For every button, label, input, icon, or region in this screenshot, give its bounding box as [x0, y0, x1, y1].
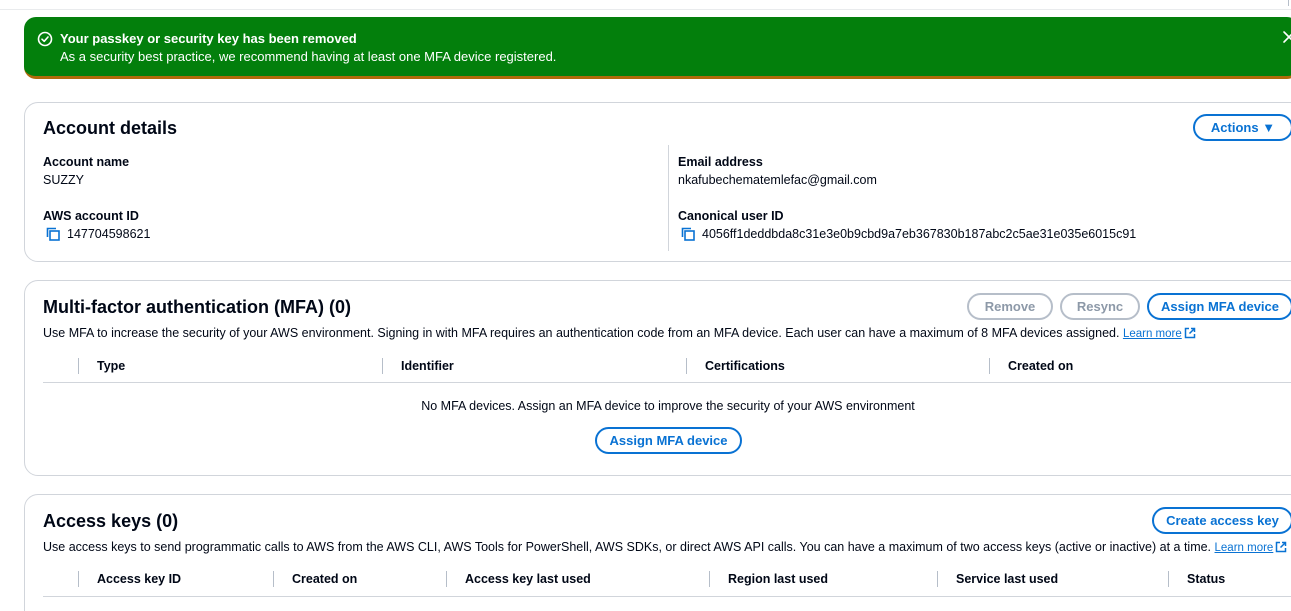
- close-icon[interactable]: [1282, 30, 1291, 44]
- create-access-key-button[interactable]: Create access key: [1152, 507, 1291, 534]
- canonical-user-id-label: Canonical user ID: [678, 209, 784, 223]
- mfa-col-certifications[interactable]: Certifications: [705, 359, 785, 373]
- canonical-user-id-value: 4056ff1deddbda8c31e3e0b9cbd9a7eb367830b1…: [702, 227, 1137, 241]
- keys-col-status[interactable]: Status: [1187, 572, 1225, 586]
- mfa-learn-more-link[interactable]: Learn more: [1122, 327, 1196, 340]
- mfa-empty-message: No MFA devices. Assign an MFA device to …: [421, 399, 915, 413]
- scroll-edge: [1288, 0, 1289, 6]
- mfa-description: Use MFA to increase the security of your…: [43, 326, 1196, 340]
- table-header-divider: [43, 596, 1291, 597]
- column-separator: [78, 358, 79, 374]
- column-separator: [709, 571, 710, 587]
- column-separator: [446, 571, 447, 587]
- table-header-divider: [43, 382, 1291, 383]
- resync-button[interactable]: Resync: [1060, 293, 1140, 320]
- account-name-label: Account name: [43, 155, 130, 169]
- mfa-learn-more-label: Learn more: [1122, 328, 1182, 340]
- account-name-value: SUZZY: [43, 173, 84, 187]
- copy-icon[interactable]: [681, 227, 695, 241]
- external-link-icon: [1184, 327, 1195, 339]
- external-link-icon: [1276, 541, 1287, 553]
- empty-assign-mfa-device-button[interactable]: Assign MFA device: [595, 427, 742, 454]
- keys-col-region-last-used[interactable]: Region last used: [728, 572, 828, 586]
- keys-col-service-last-used[interactable]: Service last used: [956, 572, 1058, 586]
- mfa-col-identifier[interactable]: Identifier: [401, 359, 454, 373]
- aws-account-id-value: 147704598621: [67, 227, 151, 241]
- keys-col-created-on[interactable]: Created on: [292, 572, 357, 586]
- assign-mfa-device-button[interactable]: Assign MFA device: [1147, 293, 1291, 320]
- access-keys-description-text: Use access keys to send programmatic cal…: [43, 540, 1212, 554]
- mfa-col-created-on[interactable]: Created on: [1008, 359, 1073, 373]
- email-value: nkafubechematemlefac@gmail.com: [678, 173, 877, 187]
- mfa-description-text: Use MFA to increase the security of your…: [43, 326, 1120, 340]
- column-separator: [382, 358, 383, 374]
- access-keys-title: Access keys (0): [43, 511, 179, 531]
- access-keys-container: Access keys (0) Create access key Use ac…: [24, 494, 1291, 611]
- mfa-title: Multi-factor authentication (MFA) (0): [43, 297, 351, 317]
- column-separator: [989, 358, 990, 374]
- email-label: Email address: [678, 155, 763, 169]
- account-details-title: Account details: [43, 118, 178, 138]
- aws-account-id-label: AWS account ID: [43, 209, 139, 223]
- mfa-col-type[interactable]: Type: [97, 359, 125, 373]
- keys-col-last-used[interactable]: Access key last used: [465, 572, 591, 586]
- top-divider: [0, 9, 1291, 10]
- copy-icon[interactable]: [46, 227, 60, 241]
- column-separator: [937, 571, 938, 587]
- column-separator: [1168, 571, 1169, 587]
- column-separator: [78, 571, 79, 587]
- access-keys-learn-more-label: Learn more: [1214, 542, 1274, 554]
- actions-dropdown-button[interactable]: Actions ▼: [1193, 114, 1291, 141]
- flash-title: Your passkey or security key has been re…: [60, 31, 357, 46]
- access-keys-learn-more-link[interactable]: Learn more: [1214, 541, 1288, 554]
- column-separator: [686, 358, 687, 374]
- check-circle-icon: [37, 31, 53, 47]
- keys-col-access-key-id[interactable]: Access key ID: [97, 572, 181, 586]
- success-flash-banner: Your passkey or security key has been re…: [24, 17, 1291, 79]
- column-divider: [668, 145, 669, 251]
- column-separator: [273, 571, 274, 587]
- remove-button[interactable]: Remove: [967, 293, 1053, 320]
- flash-description: As a security best practice, we recommen…: [60, 49, 557, 64]
- access-keys-description: Use access keys to send programmatic cal…: [43, 540, 1287, 554]
- mfa-container: Multi-factor authentication (MFA) (0) Re…: [24, 280, 1291, 476]
- account-details-container: Account details Actions ▼ Account name S…: [24, 102, 1291, 262]
